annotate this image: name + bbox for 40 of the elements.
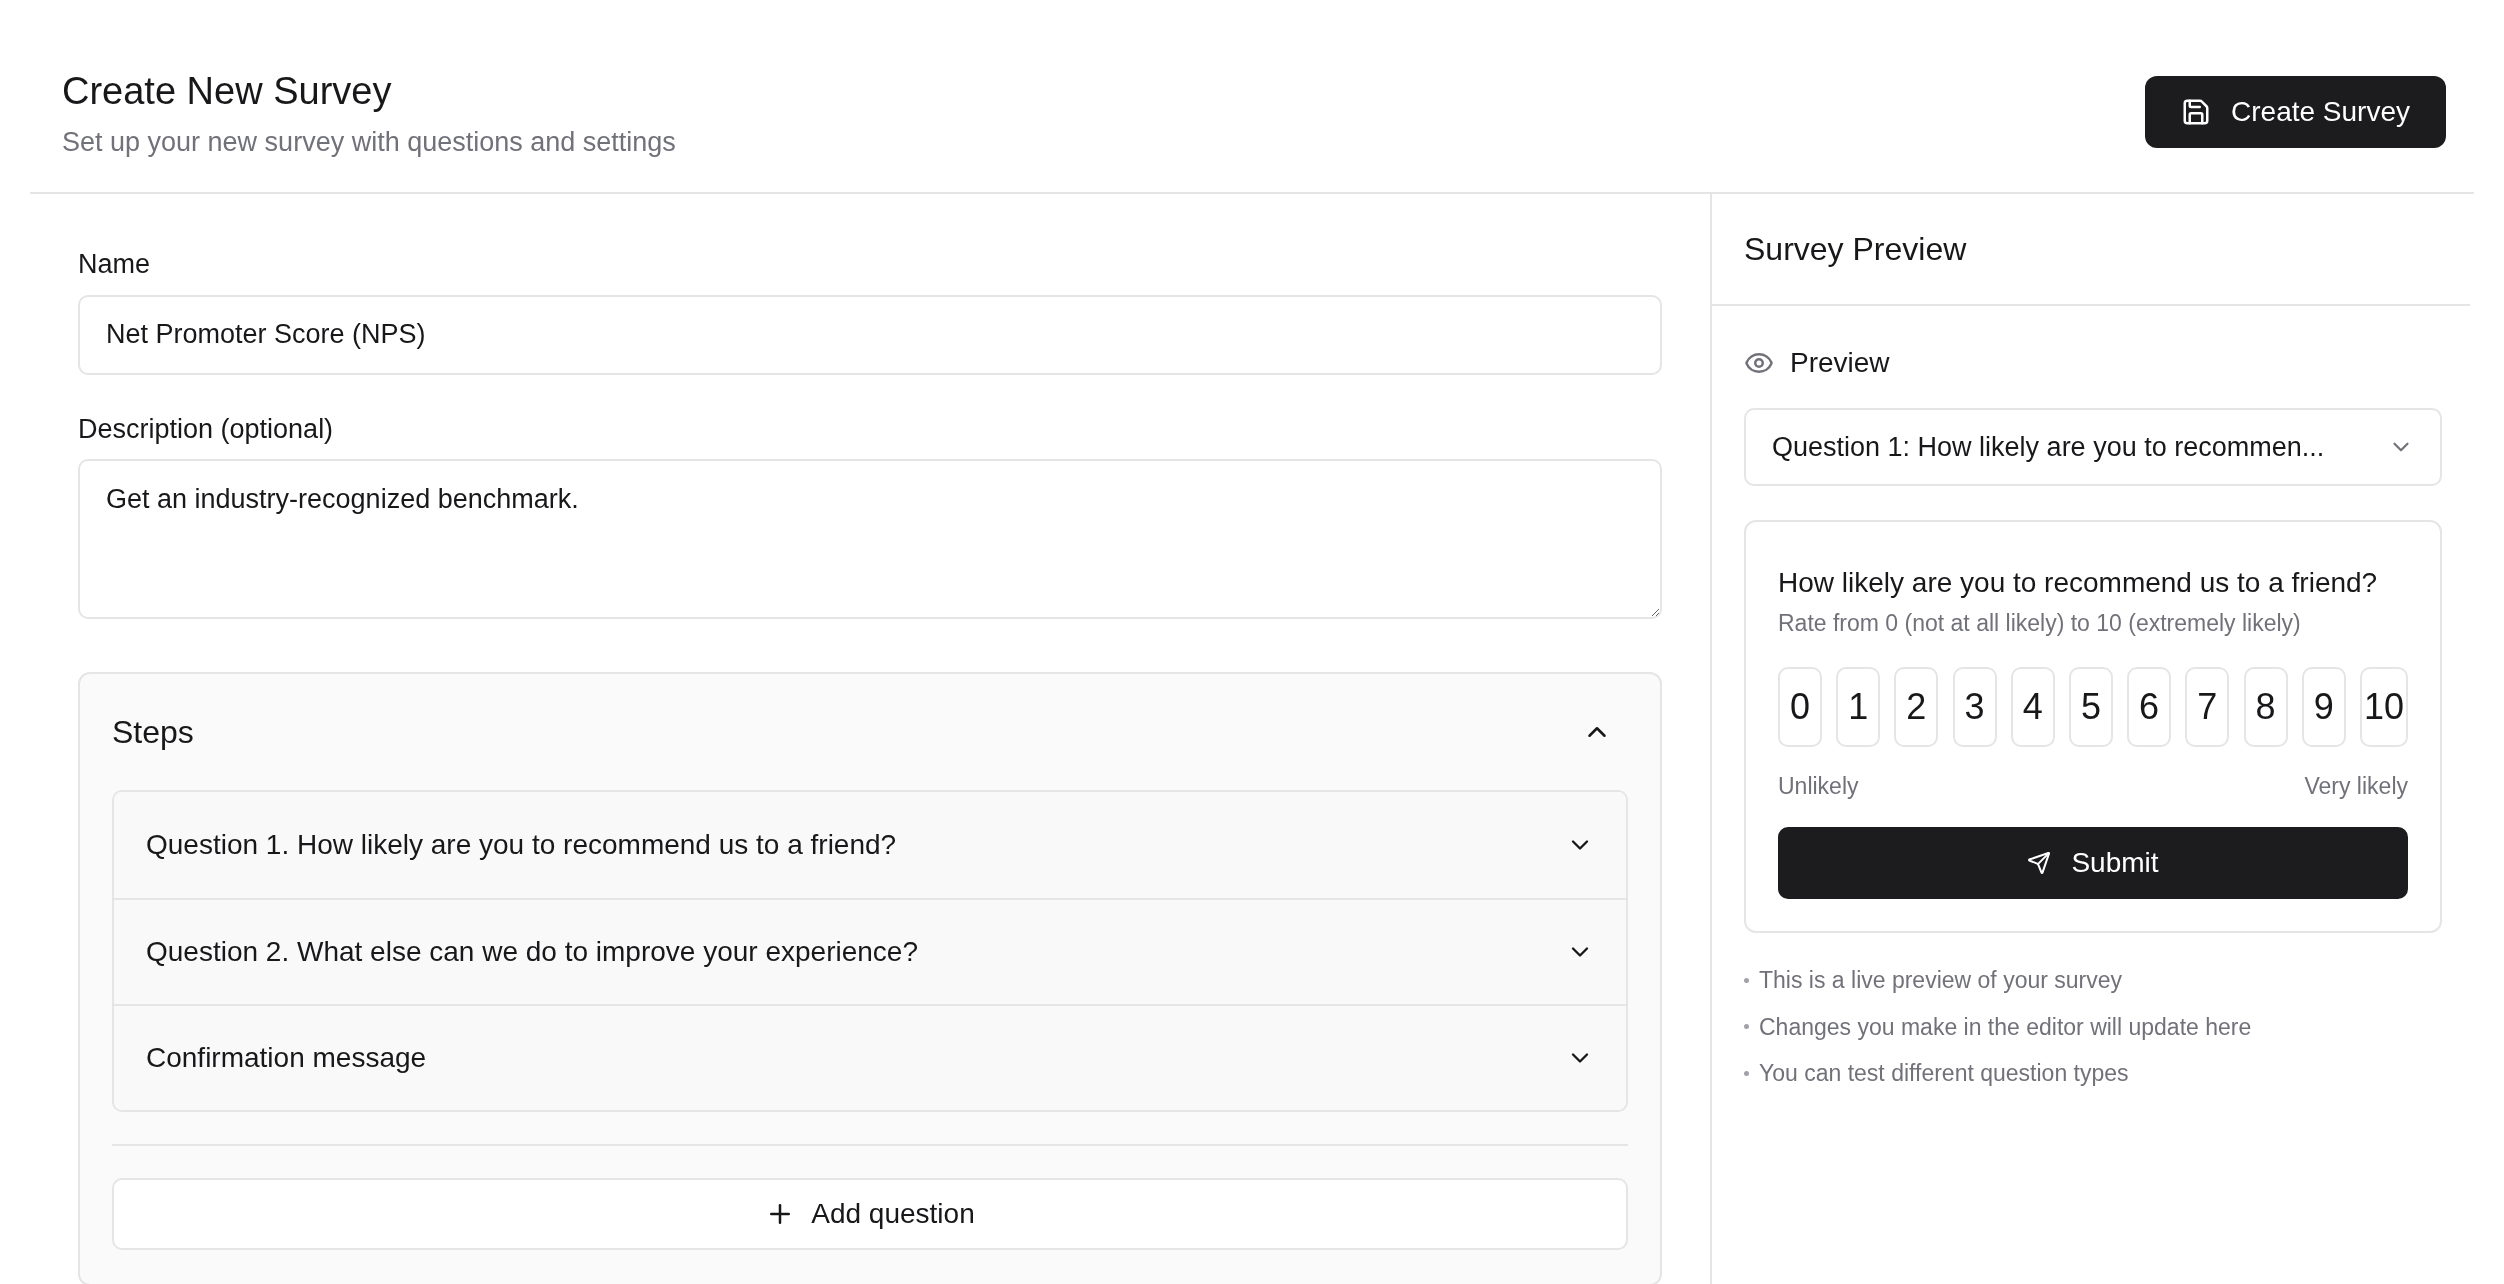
description-label: Description (optional)	[78, 412, 335, 446]
rating-option[interactable]: 9	[2301, 666, 2346, 747]
steps-title: Steps	[112, 713, 194, 752]
rating-option[interactable]: 10	[2359, 666, 2408, 747]
bullet-icon	[1744, 1024, 1749, 1030]
send-icon	[2027, 851, 2052, 875]
preview-note: This is a live preview of your survey	[1759, 966, 2122, 995]
preview-title: Survey Preview	[1744, 230, 1967, 269]
question-hint: Rate from 0 (not at all likely) to 10 (extremely likely)	[1778, 609, 2302, 638]
bullet-icon	[1744, 1070, 1749, 1076]
question-select[interactable]: Question 1: How likely are you to recommen...	[1744, 408, 2442, 486]
rating-option[interactable]: 3	[1952, 666, 1997, 747]
low-label: Unlikely	[1778, 771, 1859, 801]
description-input[interactable]: Get an industry-recognized benchmark.	[78, 459, 1662, 619]
name-input[interactable]: Net Promoter Score (NPS)	[78, 294, 1662, 375]
step-label: Confirmation message	[146, 1041, 427, 1075]
step-item[interactable]: Confirmation message	[114, 1004, 1626, 1110]
preview-note: You can test different question types	[1759, 1059, 2129, 1088]
rating-option[interactable]: 4	[2010, 666, 2055, 747]
preview-label: Preview	[1790, 346, 1890, 380]
bullet-icon	[1744, 977, 1749, 983]
high-label: Very likely	[2304, 771, 2408, 801]
step-label: Question 2. What else can we do to improve your experience?	[146, 935, 918, 969]
rating-option[interactable]: 0	[1778, 666, 1822, 747]
name-label: Name	[78, 248, 152, 281]
create-survey-button[interactable]: Create Survey	[2145, 76, 2446, 148]
rating-option[interactable]: 1	[1836, 666, 1881, 747]
rating-option[interactable]: 2	[1894, 666, 1939, 747]
add-question-button[interactable]: Add question	[112, 1178, 1628, 1250]
page-title: Create New Survey	[62, 69, 393, 114]
rating-option[interactable]: 5	[2068, 666, 2113, 747]
steps-header[interactable]: Steps	[112, 674, 1628, 790]
rating-option[interactable]: 7	[2185, 666, 2230, 747]
step-label: Question 1. How likely are you to recommend us to a friend?	[146, 828, 897, 862]
question-text: How likely are you to recommend us to a friend?	[1778, 566, 2379, 600]
page-subtitle: Set up your new survey with questions and settings	[62, 125, 676, 159]
rating-option[interactable]: 6	[2127, 666, 2172, 747]
rating-option[interactable]: 8	[2243, 666, 2288, 747]
submit-button[interactable]: Submit	[1778, 827, 2408, 899]
preview-note: Changes you make in the editor will update here	[1759, 1012, 2252, 1042]
